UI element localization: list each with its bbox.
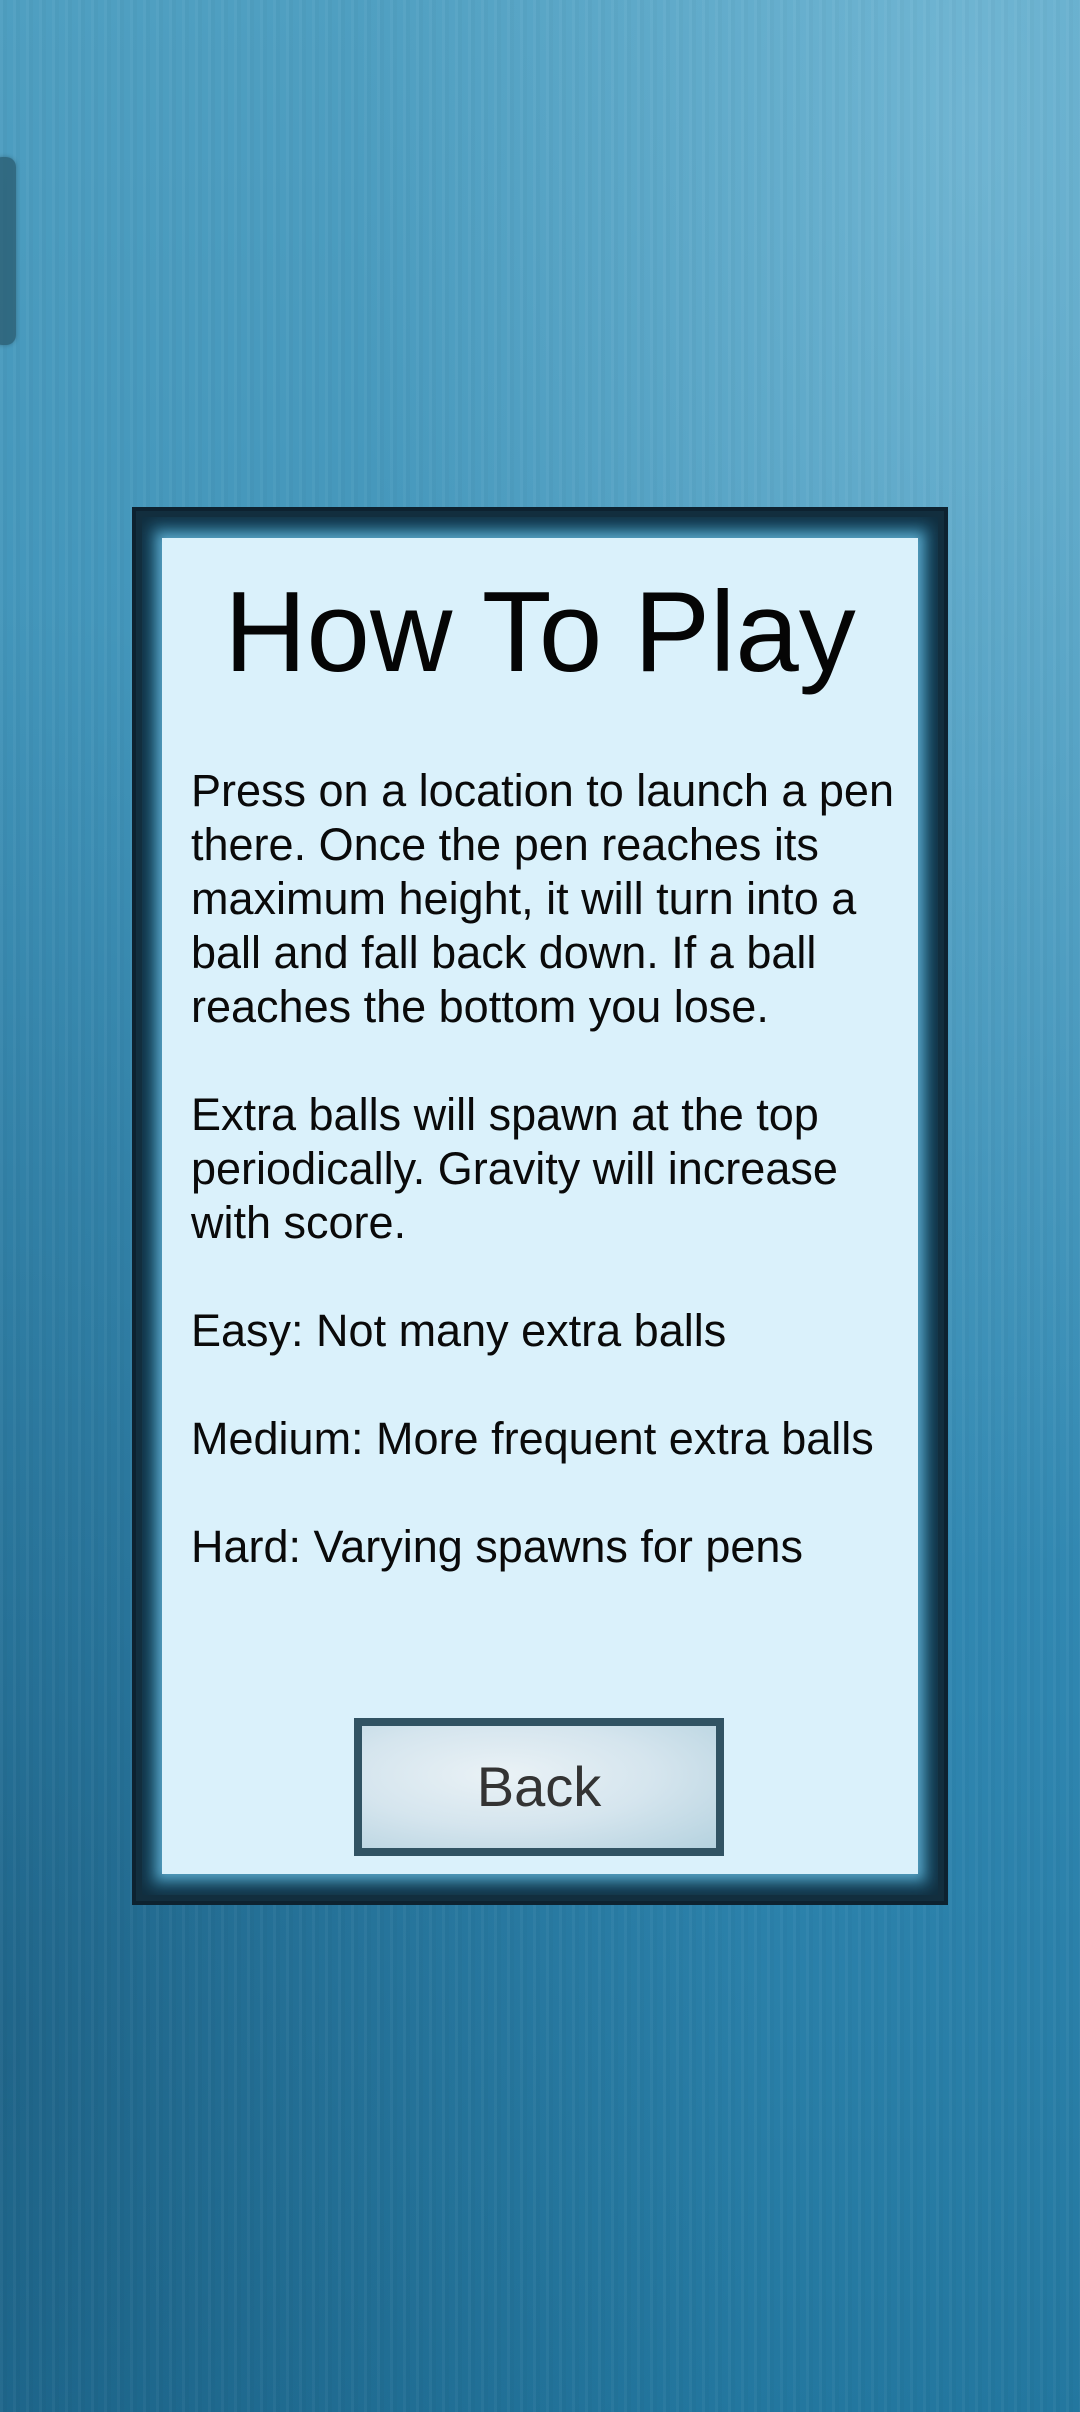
side-drawer-handle[interactable] — [0, 157, 16, 345]
instruction-paragraph-spawning: Extra balls will spawn at the top period… — [191, 1089, 838, 1248]
difficulty-hard-description: Hard: Varying spawns for pens — [191, 1521, 803, 1572]
dialog-title: How To Play — [224, 569, 856, 696]
instruction-paragraph-gameplay: Press on a location to launch a pen ther… — [191, 765, 894, 1032]
difficulty-medium-description: Medium: More frequent extra balls — [191, 1413, 874, 1464]
difficulty-easy-description: Easy: Not many extra balls — [191, 1305, 727, 1356]
how-to-play-dialog: How To Play Press on a location to launc… — [162, 538, 918, 1874]
back-button[interactable]: Back — [354, 1718, 724, 1856]
instructions-text: Press on a location to launch a pen ther… — [191, 764, 901, 1628]
